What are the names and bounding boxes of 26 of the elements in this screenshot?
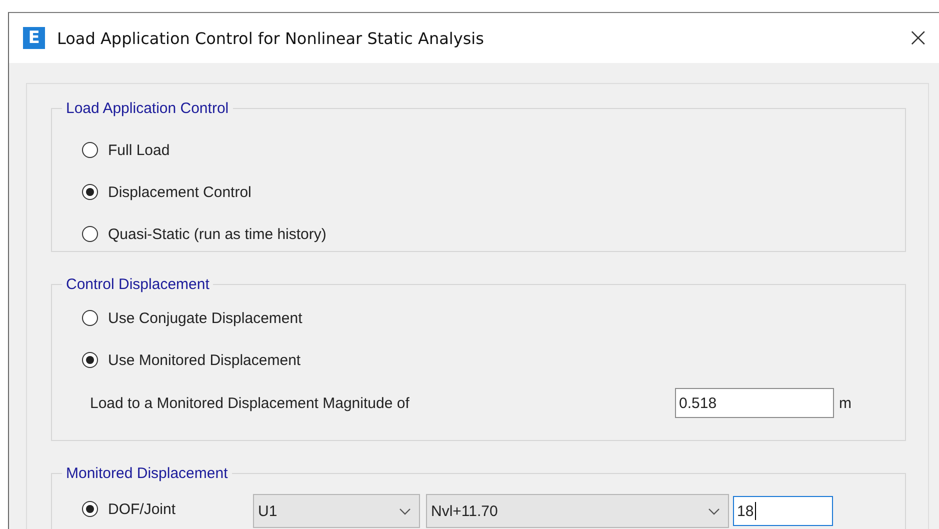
input-field[interactable]: 18 (733, 496, 833, 526)
radio-label: Use Conjugate Displacement (108, 310, 302, 326)
radio-button[interactable] (82, 310, 98, 326)
chevron-down-icon (399, 508, 411, 514)
group-title: Control Displacement (65, 276, 210, 293)
close-button[interactable]: × (907, 25, 929, 51)
unit-label: m (839, 394, 852, 412)
dropdown[interactable]: Nvl+11.70 (426, 494, 729, 528)
dropdown[interactable]: U1 (253, 494, 420, 528)
window-title: Load Application Control for Nonlinear Static Analysis (57, 28, 485, 48)
field-label: Load to a Monitored Displacement Magnitude of (90, 394, 410, 412)
radio-button[interactable] (82, 184, 98, 200)
input-field[interactable]: 0.518 (675, 388, 834, 418)
radio-label: Quasi-Static (run as time history) (108, 226, 326, 242)
group-title: Load Application Control (65, 100, 230, 117)
app-logo-icon: E (23, 27, 45, 49)
radio-button[interactable] (82, 501, 98, 517)
radio-button[interactable] (82, 352, 98, 368)
radio-label: Displacement Control (108, 184, 252, 200)
radio-label: Full Load (108, 142, 170, 158)
radio-label: DOF/Joint (108, 500, 176, 518)
radio-label: Use Monitored Displacement (108, 352, 301, 368)
chevron-down-icon (708, 508, 720, 514)
group-title: Monitored Displacement (65, 465, 229, 482)
radio-button[interactable] (82, 226, 98, 242)
radio-button[interactable] (82, 142, 98, 158)
